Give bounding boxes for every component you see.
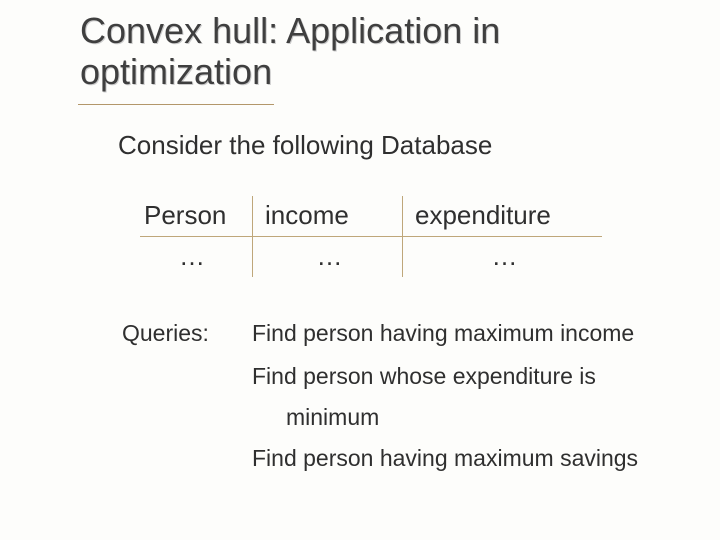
- query-2-line: Find person whose expenditure is minimum: [122, 363, 682, 431]
- table-row: … … …: [140, 237, 602, 277]
- query-1-line: Queries:Find person having maximum incom…: [122, 320, 682, 347]
- cell-expenditure: …: [402, 237, 602, 277]
- query-3-text: Find person having maximum savings: [122, 445, 682, 472]
- query-1-text: Find person having maximum income: [252, 320, 634, 346]
- subtitle: Consider the following Database: [118, 130, 492, 161]
- col-header-income: income: [252, 196, 402, 236]
- col-header-person: Person: [140, 196, 252, 236]
- cell-person: …: [140, 237, 252, 277]
- queries-label-spacer: [122, 363, 252, 390]
- page-title: Convex hull: Application in optimization: [80, 10, 640, 93]
- query-2-text-a: Find person whose expenditure is: [252, 363, 596, 389]
- title-underline: [78, 104, 274, 105]
- queries-label: Queries:: [122, 320, 252, 347]
- cell-income: …: [252, 237, 402, 277]
- slide: Convex hull: Application in optimization…: [0, 0, 720, 540]
- queries-block: Queries:Find person having maximum incom…: [122, 320, 682, 472]
- query-2-text-b: minimum: [286, 404, 682, 431]
- col-header-expenditure: expenditure: [402, 196, 602, 236]
- table-header-row: Person income expenditure: [140, 196, 602, 237]
- database-table: Person income expenditure … … …: [140, 196, 602, 277]
